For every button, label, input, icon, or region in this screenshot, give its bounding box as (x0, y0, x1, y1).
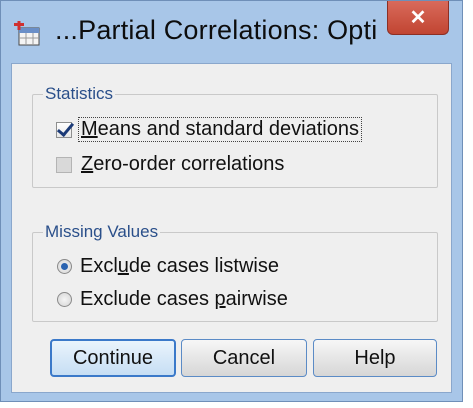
listwise-radio[interactable] (57, 259, 72, 274)
zero-order-option[interactable]: Zero-order correlations (56, 153, 284, 176)
pairwise-option[interactable]: Exclude cases pairwise (57, 288, 288, 311)
missing-values-group-title: Missing Values (45, 222, 159, 241)
pairwise-radio[interactable] (57, 292, 72, 307)
listwise-label: Exclude cases listwise (80, 255, 279, 277)
continue-button[interactable]: Continue (50, 339, 176, 377)
window-title: ...Partial Correlations: Opti (55, 15, 378, 45)
spss-table-icon (14, 21, 40, 46)
close-button[interactable]: ✕ (387, 1, 449, 35)
zero-order-label: Zero-order correlations (81, 153, 285, 175)
help-button[interactable]: Help (313, 339, 437, 377)
means-sd-option[interactable]: Means and standard deviations (56, 117, 362, 142)
title-bar[interactable]: ...Partial Correlations: Opti ✕ (1, 1, 462, 63)
cancel-button[interactable]: Cancel (181, 339, 307, 377)
listwise-option[interactable]: Exclude cases listwise (57, 255, 279, 278)
statistics-group-title: Statistics (45, 84, 114, 103)
zero-order-checkbox[interactable] (56, 156, 72, 173)
pairwise-label: Exclude cases pairwise (80, 288, 288, 310)
means-sd-label: Means and standard deviations (78, 117, 362, 142)
close-icon: ✕ (409, 6, 427, 29)
means-sd-checkbox[interactable] (56, 121, 72, 138)
